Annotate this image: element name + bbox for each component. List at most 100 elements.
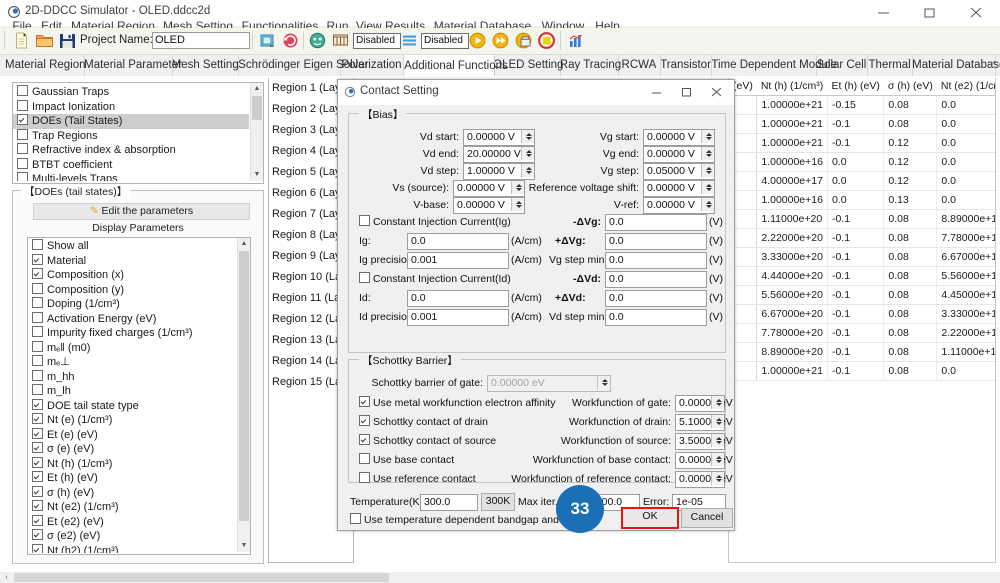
display-param-composition-x-[interactable]: Composition (x) bbox=[28, 268, 236, 283]
v-base-spin-buttons[interactable] bbox=[511, 198, 524, 211]
function-item-gaussian-traps[interactable]: Gaussian Traps bbox=[13, 85, 249, 100]
table-cell[interactable]: 0.08 bbox=[883, 342, 938, 362]
use-base-contact-checkbox[interactable]: Use base contact bbox=[359, 453, 454, 467]
display-param-et-e-ev-[interactable]: Et (e) (eV) bbox=[28, 427, 236, 443]
run-batch-icon[interactable] bbox=[514, 31, 533, 50]
wf-ref-spin-buttons[interactable] bbox=[711, 472, 724, 485]
functions-list-scrollbar[interactable]: ▲ ▼ bbox=[250, 83, 263, 181]
vg-end-spin-buttons[interactable] bbox=[701, 147, 714, 160]
layer-mode-combo[interactable]: Disabled bbox=[421, 33, 469, 49]
plus-delta-vg-input[interactable]: 0.0 bbox=[605, 233, 707, 250]
function-item-does-tail-states-[interactable]: DOEs (Tail States) bbox=[13, 114, 249, 129]
table-header-cell[interactable]: σ (h) (eV) bbox=[883, 78, 937, 96]
reference-voltage-shift-spinner[interactable]: 0.00000 V bbox=[643, 180, 715, 197]
scroll-thumb[interactable] bbox=[252, 96, 262, 120]
open-folder-icon[interactable] bbox=[35, 31, 54, 50]
vd-step-min-input[interactable]: 0.0 bbox=[605, 309, 707, 326]
dialog-minimize-button[interactable] bbox=[642, 80, 672, 105]
stop-icon[interactable] bbox=[537, 31, 556, 50]
table-header-cell[interactable]: Et (h) (eV) bbox=[827, 78, 884, 96]
table-row[interactable]: 3.33000e+20-0.10.086.67000e+15 bbox=[729, 247, 995, 267]
table-cell[interactable]: -0.1 bbox=[827, 247, 885, 267]
checkbox-box[interactable] bbox=[32, 529, 43, 540]
vs-source-spin-buttons[interactable] bbox=[511, 181, 524, 194]
checkbox-box[interactable] bbox=[32, 268, 43, 279]
vd-start-spin-buttons[interactable] bbox=[521, 130, 534, 143]
table-cell[interactable]: 6.67000e+15 bbox=[936, 247, 995, 267]
display-parameters-listbox[interactable]: Show all Material Composition (x) Compositi… bbox=[27, 237, 251, 555]
table-cell[interactable]: -0.1 bbox=[827, 209, 885, 229]
display-param-m-m0-[interactable]: mₑ‖ (m0) bbox=[28, 340, 236, 356]
checkbox-box[interactable] bbox=[32, 384, 43, 395]
table-cell[interactable]: 0.08 bbox=[883, 285, 938, 305]
table-row[interactable]: 4.44000e+20-0.10.085.56000e+15 bbox=[729, 266, 995, 286]
table-cell[interactable]: 0.0 bbox=[827, 152, 885, 172]
param-scroll-up-arrow[interactable]: ▲ bbox=[238, 238, 250, 250]
checkbox-box[interactable] bbox=[32, 355, 43, 366]
id-precision-input[interactable]: 0.001 bbox=[407, 309, 509, 326]
table-cell[interactable]: 0.13 bbox=[883, 190, 938, 210]
checkbox-box[interactable] bbox=[32, 500, 43, 511]
table-cell[interactable]: 1.00000e+16 bbox=[756, 190, 828, 210]
table-cell[interactable]: 0.08 bbox=[883, 361, 938, 381]
checkbox-box[interactable] bbox=[32, 427, 43, 439]
edit-parameters-button[interactable]: ✎ Edit the parameters bbox=[33, 203, 250, 220]
table-cell[interactable]: 0.08 bbox=[883, 247, 938, 267]
table-cell[interactable]: 6.67000e+20 bbox=[756, 304, 828, 324]
tab-material-database[interactable]: Material Database bbox=[912, 55, 1000, 76]
vg-step-min-input[interactable]: 0.0 bbox=[605, 252, 707, 269]
checkbox-box[interactable] bbox=[32, 282, 43, 294]
display-param-m-lh[interactable]: m_lh bbox=[28, 384, 236, 399]
table-cell[interactable]: 0.08 bbox=[883, 228, 938, 248]
table-cell[interactable]: 8.89000e+20 bbox=[756, 342, 828, 362]
table-cell[interactable]: 0.0 bbox=[827, 190, 885, 210]
table-cell[interactable]: 1.00000e+21 bbox=[756, 95, 828, 115]
run-fast-icon[interactable] bbox=[491, 31, 510, 50]
tab-additional-functions[interactable]: Additional Functions bbox=[403, 55, 508, 77]
wf-gate-spin-buttons[interactable] bbox=[711, 396, 724, 409]
table-cell[interactable]: 0.0 bbox=[936, 190, 995, 210]
mesh-grid-icon[interactable] bbox=[331, 31, 350, 50]
checkbox-box[interactable] bbox=[32, 514, 43, 526]
checkbox-box[interactable] bbox=[17, 99, 28, 111]
table-cell[interactable]: 4.00000e+17 bbox=[756, 171, 828, 191]
display-param-composition-y-[interactable]: Composition (y) bbox=[28, 282, 236, 298]
schottky-contact-of-source-checkbox[interactable]: Schottky contact of source bbox=[359, 434, 496, 448]
display-param--e2-ev-[interactable]: σ (e2) (eV) bbox=[28, 529, 236, 544]
dialog-close-button[interactable] bbox=[702, 80, 732, 105]
table-row[interactable]: 2.22000e+20-0.10.087.78000e+15 bbox=[729, 228, 995, 248]
display-param-material[interactable]: Material bbox=[28, 253, 236, 269]
table-cell[interactable]: 1.00000e+16 bbox=[756, 152, 828, 172]
reload-icon[interactable] bbox=[281, 31, 300, 50]
display-param-m-[interactable]: mₑ⊥ bbox=[28, 355, 236, 370]
vg-step-spinner[interactable]: 0.05000 V bbox=[643, 163, 715, 180]
scroll-down-arrow[interactable]: ▼ bbox=[251, 169, 263, 181]
display-param-activation-energy-ev-[interactable]: Activation Energy (eV) bbox=[28, 311, 236, 327]
schottky-contact-of-drain-checkbox[interactable]: Schottky contact of drain bbox=[359, 415, 488, 429]
tab-thermal[interactable]: Thermal bbox=[867, 55, 914, 76]
workfunction-of-gate-spinner[interactable]: 0.00000 eV bbox=[675, 395, 733, 412]
table-cell[interactable]: -0.1 bbox=[827, 323, 885, 343]
vd-end-spinner[interactable]: 20.00000 V bbox=[463, 146, 535, 163]
checkbox-box[interactable] bbox=[32, 413, 43, 424]
plus-delta-vd-input[interactable]: 0.0 bbox=[605, 290, 707, 307]
checkbox-box[interactable] bbox=[32, 369, 43, 381]
table-row[interactable]: 1.00000e+21 -0.1 0.08 0.0 bbox=[729, 361, 995, 381]
constant-injection-current-id-checkbox[interactable]: Constant Injection Current(Id) bbox=[359, 272, 511, 286]
parameters-scrollbar[interactable]: ▲ ▼ bbox=[237, 238, 250, 552]
constant-injection-current-ig-checkbox[interactable]: Constant Injection Current(Ig) bbox=[359, 215, 511, 229]
tab-ray-tracing[interactable]: Ray Tracing bbox=[559, 55, 621, 76]
parameters-list[interactable]: Show all Material Composition (x) Compositi… bbox=[28, 239, 236, 553]
table-cell[interactable]: -0.1 bbox=[827, 133, 885, 153]
table-row[interactable]: 1.00000e+16 0.0 0.13 0.0 bbox=[729, 190, 995, 210]
table-cell[interactable]: -0.1 bbox=[827, 114, 885, 134]
table-cell[interactable]: 1.00000e+21 bbox=[756, 133, 828, 153]
table-row[interactable]: 1.00000e+16 0.0 0.12 0.0 bbox=[729, 152, 995, 172]
temperature-300k-button[interactable]: 300K bbox=[481, 493, 515, 511]
table-row[interactable]: 1.00000e+21 -0.1 0.12 0.0 bbox=[729, 133, 995, 153]
table-header-cell[interactable]: Nt (h) (1/cm³) bbox=[756, 78, 828, 96]
checkbox-box[interactable] bbox=[32, 326, 43, 337]
horizontal-scrollbar[interactable]: ‹ bbox=[0, 572, 1000, 583]
table-cell[interactable]: 1.00000e+21 bbox=[756, 114, 828, 134]
table-cell[interactable]: 4.44000e+20 bbox=[756, 266, 828, 286]
